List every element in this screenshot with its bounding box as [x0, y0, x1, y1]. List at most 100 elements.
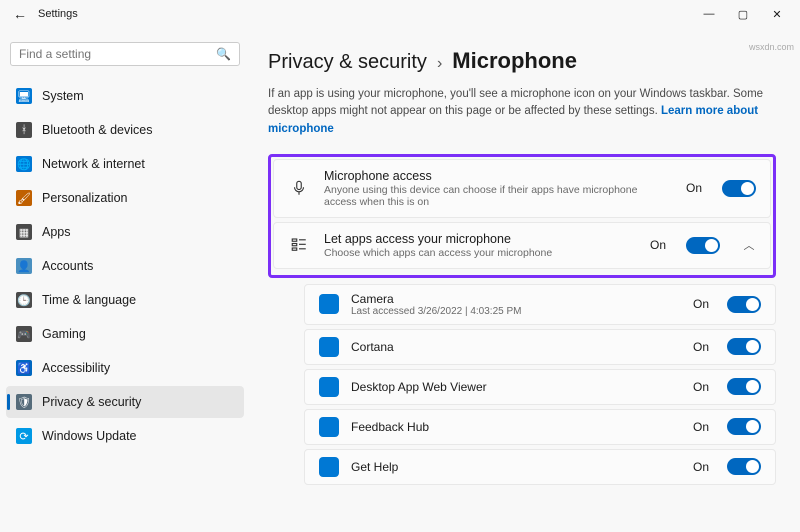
chevron-right-icon: ›: [437, 55, 442, 73]
settings-window: ← Settings — ▢ ✕ 🔍 🖥 System ᚼ Bluetooth & d…: [0, 0, 800, 532]
search-box[interactable]: 🔍: [10, 42, 240, 66]
sidebar-item-personalization[interactable]: 🖌 Personalization: [6, 182, 244, 214]
sidebar-item-network-internet[interactable]: 🌐 Network & internet: [6, 148, 244, 180]
apps-icon: [288, 234, 310, 256]
sidebar-item-gaming[interactable]: 🎮 Gaming: [6, 318, 244, 350]
nav-icon: 🎮: [16, 326, 32, 342]
setting-row[interactable]: Microphone access Anyone using this devi…: [273, 159, 771, 218]
nav-label: Apps: [42, 225, 71, 239]
nav-label: System: [42, 89, 84, 103]
toggle-state: On: [693, 297, 709, 311]
app-text: Desktop App Web Viewer: [351, 380, 681, 394]
nav-label: Windows Update: [42, 429, 137, 443]
app-name: Get Help: [351, 460, 681, 474]
nav-icon: ♿: [16, 360, 32, 376]
nav-icon: ▦: [16, 224, 32, 240]
nav-icon: 🖥: [16, 88, 32, 104]
app-text: Cortana: [351, 340, 681, 354]
sidebar-item-apps[interactable]: ▦ Apps: [6, 216, 244, 248]
app-list: Camera Last accessed 3/26/2022 | 4:03:25…: [304, 284, 776, 485]
app-row: Camera Last accessed 3/26/2022 | 4:03:25…: [304, 284, 776, 325]
back-button[interactable]: ←: [6, 0, 34, 28]
app-icon: [319, 417, 339, 437]
sidebar-item-bluetooth-devices[interactable]: ᚼ Bluetooth & devices: [6, 114, 244, 146]
setting-title: Microphone access: [324, 169, 672, 183]
search-input[interactable]: [19, 47, 216, 61]
app-text: Get Help: [351, 460, 681, 474]
nav-label: Personalization: [42, 191, 127, 205]
breadcrumb-parent[interactable]: Privacy & security: [268, 51, 427, 74]
toggle-state: On: [693, 340, 709, 354]
toggle-switch[interactable]: [727, 378, 761, 395]
maximize-button[interactable]: ▢: [726, 0, 760, 28]
app-row: Desktop App Web Viewer On: [304, 369, 776, 405]
page-description: If an app is using your microphone, you'…: [268, 86, 776, 138]
watermark: wsxdn.com: [749, 42, 794, 52]
app-name: Desktop App Web Viewer: [351, 380, 681, 394]
toggle-switch[interactable]: [722, 180, 756, 197]
nav-icon: 🕒: [16, 292, 32, 308]
nav-icon: ᚼ: [16, 122, 32, 138]
nav-label: Bluetooth & devices: [42, 123, 153, 137]
setting-subtitle: Anyone using this device can choose if t…: [324, 184, 672, 208]
toggle-switch[interactable]: [727, 338, 761, 355]
sidebar: 🔍 🖥 System ᚼ Bluetooth & devices 🌐 Network & …: [0, 28, 250, 532]
mic-icon: [288, 177, 310, 199]
nav-icon: 👤: [16, 258, 32, 274]
window-controls: — ▢ ✕: [692, 0, 794, 28]
main-panel: Privacy & security › Microphone If an ap…: [250, 28, 800, 532]
app-icon: [319, 377, 339, 397]
nav-list: 🖥 System ᚼ Bluetooth & devices 🌐 Network & in…: [6, 80, 244, 452]
nav-label: Network & internet: [42, 157, 145, 171]
titlebar: ← Settings — ▢ ✕: [0, 0, 800, 28]
app-subtitle: Last accessed 3/26/2022 | 4:03:25 PM: [351, 306, 681, 317]
app-icon: [319, 337, 339, 357]
app-text: Feedback Hub: [351, 420, 681, 434]
close-button[interactable]: ✕: [760, 0, 794, 28]
content: 🔍 🖥 System ᚼ Bluetooth & devices 🌐 Network & …: [0, 28, 800, 532]
sidebar-item-privacy-security[interactable]: 🛡 Privacy & security: [6, 386, 244, 418]
setting-subtitle: Choose which apps can access your microp…: [324, 247, 636, 259]
sidebar-item-accessibility[interactable]: ♿ Accessibility: [6, 352, 244, 384]
toggle-state: On: [686, 181, 702, 195]
app-text: Camera Last accessed 3/26/2022 | 4:03:25…: [351, 292, 681, 317]
search-icon: 🔍: [216, 47, 231, 61]
toggle-switch[interactable]: [727, 458, 761, 475]
toggle-state: On: [693, 380, 709, 394]
app-row: Feedback Hub On: [304, 409, 776, 445]
nav-label: Accessibility: [42, 361, 110, 375]
nav-label: Gaming: [42, 327, 86, 341]
highlighted-settings: Microphone access Anyone using this devi…: [268, 154, 776, 278]
app-title: Settings: [38, 8, 78, 20]
breadcrumb: Privacy & security › Microphone: [268, 48, 776, 74]
page-title: Microphone: [452, 48, 577, 74]
sidebar-item-time-language[interactable]: 🕒Time & language: [6, 284, 244, 316]
toggle-switch[interactable]: [727, 418, 761, 435]
nav-icon: 🛡: [16, 394, 32, 410]
sidebar-item-accounts[interactable]: 👤 Accounts: [6, 250, 244, 282]
nav-icon: ⟳: [16, 428, 32, 444]
toggle-state: On: [693, 420, 709, 434]
setting-text: Let apps access your microphone Choose w…: [324, 232, 636, 259]
app-name: Cortana: [351, 340, 681, 354]
app-row: Get Help On: [304, 449, 776, 485]
nav-icon: 🌐: [16, 156, 32, 172]
toggle-switch[interactable]: [727, 296, 761, 313]
nav-label: Privacy & security: [42, 395, 141, 409]
app-row: Cortana On: [304, 329, 776, 365]
toggle-switch[interactable]: [686, 237, 720, 254]
toggle-state: On: [650, 238, 666, 252]
nav-icon: 🖌: [16, 190, 32, 206]
sidebar-item-system[interactable]: 🖥 System: [6, 80, 244, 112]
nav-label: Accounts: [42, 259, 93, 273]
toggle-state: On: [693, 460, 709, 474]
chevron-up-icon[interactable]: ︿: [742, 237, 756, 253]
app-icon: [319, 294, 339, 314]
app-icon: [319, 457, 339, 477]
minimize-button[interactable]: —: [692, 0, 726, 28]
setting-title: Let apps access your microphone: [324, 232, 636, 246]
setting-row[interactable]: Let apps access your microphone Choose w…: [273, 222, 771, 269]
sidebar-item-windows-update[interactable]: ⟳ Windows Update: [6, 420, 244, 452]
app-name: Camera: [351, 292, 681, 306]
setting-text: Microphone access Anyone using this devi…: [324, 169, 672, 208]
